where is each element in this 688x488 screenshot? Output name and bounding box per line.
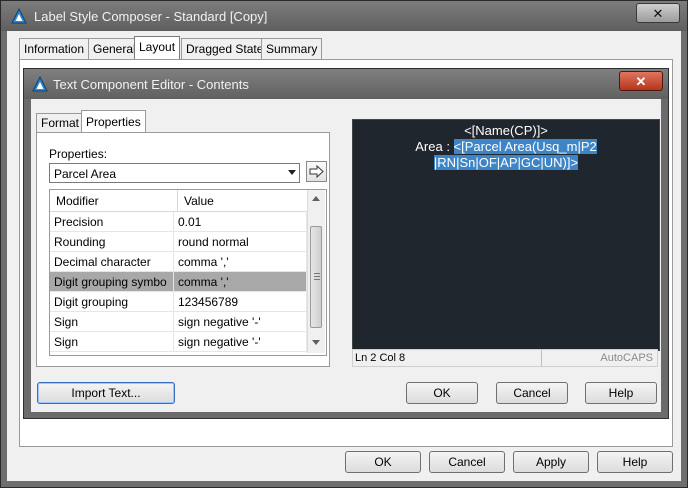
cancel-button[interactable]: Cancel bbox=[429, 451, 505, 473]
status-divider bbox=[541, 350, 542, 366]
tab-format[interactable]: Format bbox=[36, 113, 85, 132]
scroll-thumb[interactable] bbox=[310, 226, 322, 328]
row-modifier: Digit grouping symbo bbox=[50, 272, 174, 292]
editor-close-button[interactable]: ✕ bbox=[619, 71, 663, 91]
window-titlebar[interactable]: Label Style Composer - Standard [Copy] ✕ bbox=[1, 1, 687, 31]
editor-body: Format Properties Properties: Parcel Are… bbox=[31, 99, 661, 412]
civil3d-app-icon bbox=[32, 76, 48, 92]
row-value[interactable]: sign negative '-' bbox=[174, 312, 307, 332]
chevron-down-icon bbox=[288, 170, 296, 175]
row-value[interactable]: comma ',' bbox=[174, 272, 307, 292]
tab-layout[interactable]: Layout bbox=[134, 36, 181, 60]
tab-information[interactable]: Information bbox=[19, 38, 90, 59]
properties-dropdown[interactable]: Parcel Area bbox=[49, 163, 300, 183]
row-value[interactable]: sign negative '-' bbox=[174, 332, 307, 352]
editor-status-bar: Ln 2 Col 8 AutoCAPS bbox=[352, 349, 658, 367]
label-style-composer-window: Label Style Composer - Standard [Copy] ✕… bbox=[0, 0, 688, 488]
editor-title: Text Component Editor - Contents bbox=[53, 77, 249, 92]
preview-line-2: Area : <[Parcel Area(Usq_m|P2 bbox=[353, 139, 659, 154]
column-header-value[interactable]: Value bbox=[178, 190, 307, 212]
editor-help-button[interactable]: Help bbox=[585, 382, 657, 404]
apply-button[interactable]: Apply bbox=[513, 451, 589, 473]
text-component-editor-dialog: Text Component Editor - Contents ✕ Forma… bbox=[23, 68, 669, 419]
tab-general[interactable]: General bbox=[88, 38, 141, 59]
status-brand: AutoCAPS bbox=[600, 352, 653, 364]
help-button[interactable]: Help bbox=[597, 451, 673, 473]
editor-titlebar[interactable]: Text Component Editor - Contents ✕ bbox=[24, 69, 668, 99]
tab-properties[interactable]: Properties bbox=[81, 110, 146, 133]
row-modifier: Digit grouping bbox=[50, 292, 174, 312]
scroll-down-icon[interactable] bbox=[312, 340, 320, 345]
column-header-modifier[interactable]: Modifier bbox=[50, 190, 178, 212]
row-value[interactable]: 0.01 bbox=[174, 212, 307, 232]
row-value[interactable]: 123456789 bbox=[174, 292, 307, 312]
insert-property-button[interactable] bbox=[306, 161, 327, 182]
preview-selected-text: |RN|Sn|OF|AP|GC|UN)]> bbox=[433, 155, 579, 170]
properties-dropdown-value: Parcel Area bbox=[54, 167, 117, 181]
grip-line bbox=[314, 273, 320, 274]
grid-scrollbar[interactable] bbox=[307, 190, 325, 353]
grip-line bbox=[314, 279, 320, 280]
ok-button[interactable]: OK bbox=[345, 451, 421, 473]
row-modifier: Sign bbox=[50, 312, 174, 332]
row-value[interactable]: comma ',' bbox=[174, 252, 307, 272]
row-modifier: Rounding bbox=[50, 232, 174, 252]
preview-line-1: <[Name(CP)]> bbox=[464, 123, 548, 138]
tab-summary[interactable]: Summary bbox=[261, 38, 323, 59]
properties-panel: Properties: Parcel Area Modifier Value P… bbox=[36, 132, 330, 367]
window-title: Label Style Composer - Standard [Copy] bbox=[34, 9, 268, 24]
properties-label: Properties: bbox=[49, 147, 108, 161]
grip-line bbox=[314, 276, 320, 277]
row-modifier: Precision bbox=[50, 212, 174, 232]
cursor-position: Ln 2 Col 8 bbox=[355, 352, 406, 364]
editor-ok-button[interactable]: OK bbox=[406, 382, 478, 404]
scroll-up-icon[interactable] bbox=[312, 196, 320, 201]
text-preview-editor[interactable]: <[Name(CP)]> Area : <[Parcel Area(Usq_m|… bbox=[352, 119, 660, 351]
window-close-button[interactable]: ✕ bbox=[636, 3, 680, 23]
preview-line-3: |RN|Sn|OF|AP|GC|UN)]> bbox=[353, 155, 659, 170]
civil3d-app-icon bbox=[11, 8, 27, 24]
arrow-right-icon bbox=[309, 164, 324, 179]
preview-selected-text: <[Parcel Area(Usq_m|P2 bbox=[453, 139, 597, 154]
row-modifier: Sign bbox=[50, 332, 174, 352]
row-value[interactable]: round normal bbox=[174, 232, 307, 252]
row-modifier: Decimal character bbox=[50, 252, 174, 272]
import-text-button[interactable]: Import Text... bbox=[37, 382, 175, 404]
preview-area-label: Area : bbox=[415, 139, 454, 154]
editor-cancel-button[interactable]: Cancel bbox=[496, 382, 568, 404]
tab-dragged-state[interactable]: Dragged State bbox=[181, 38, 269, 59]
modifier-grid: Modifier Value Precision 0.01 Rounding r… bbox=[49, 189, 327, 356]
